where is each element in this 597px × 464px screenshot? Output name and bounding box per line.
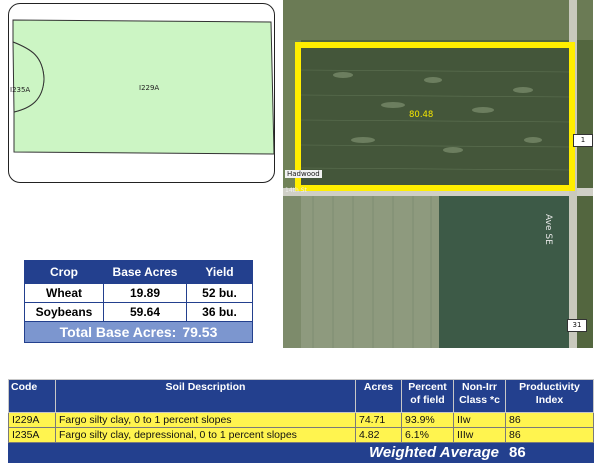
road-label-hadwood: Hadwood (285, 170, 322, 178)
soil-acres: 4.82 (355, 427, 402, 443)
header-yield: Yield (186, 260, 253, 284)
header-code: Code (8, 379, 56, 413)
crop-base-acres: 19.89 (103, 283, 187, 303)
soil-table-header: Code Soil Description Acres Percent of f… (8, 379, 594, 413)
table-row: Wheat 19.89 52 bu. (24, 283, 253, 303)
crop-table-header: Crop Base Acres Yield (24, 260, 253, 284)
header-crop: Crop (24, 260, 104, 284)
aerial-image (283, 0, 593, 348)
soil-table: Code Soil Description Acres Percent of f… (8, 379, 594, 463)
weighted-average-value: 86 (505, 442, 594, 463)
table-row: Soybeans 59.64 36 bu. (24, 302, 253, 322)
crop-yield: 36 bu. (186, 302, 253, 322)
total-label: Total Base Acres: (59, 324, 177, 340)
road-label-street: 14th St (285, 187, 307, 194)
header-base-acres: Base Acres (103, 260, 187, 284)
soil-index: 86 (505, 412, 594, 428)
crop-name: Soybeans (24, 302, 104, 322)
route-shield: 31 (567, 319, 587, 332)
weighted-average-label: Weighted Average (8, 442, 506, 463)
weighted-average-row: Weighted Average 86 (8, 442, 594, 463)
crop-base-acres: 59.64 (103, 302, 187, 322)
soil-label-i229a: I229A (139, 84, 159, 92)
crop-yield: 52 bu. (186, 283, 253, 303)
header-productivity-index: Productivity Index (505, 379, 594, 413)
soil-percent: 6.1% (401, 427, 454, 443)
soil-index: 86 (505, 427, 594, 443)
soil-label-i235a: I235A (10, 86, 30, 94)
road-label-avenue: Ave SE (543, 214, 553, 245)
total-base-acres: Total Base Acres: 79.53 (24, 321, 253, 343)
soil-code: I235A (8, 427, 56, 443)
soil-description: Fargo silty clay, 0 to 1 percent slopes (55, 412, 356, 428)
total-row: Total Base Acres: 79.53 (24, 321, 253, 343)
table-row: I229A Fargo silty clay, 0 to 1 percent s… (8, 412, 594, 428)
soil-map-panel: I229A I235A (8, 3, 275, 183)
total-value: 79.53 (182, 324, 218, 340)
aerial-photo: 80.48 Hadwood 14th St Ave SE 1 31 (283, 0, 593, 348)
soil-map: I229A I235A (10, 19, 275, 155)
header-soil-description: Soil Description (55, 379, 356, 413)
soil-acres: 74.71 (355, 412, 402, 428)
soil-class: IIw (453, 412, 506, 428)
soil-percent: 93.9% (401, 412, 454, 428)
soil-code: I229A (8, 412, 56, 428)
table-row: I235A Fargo silty clay, depressional, 0 … (8, 427, 594, 443)
route-shield: 1 (573, 134, 593, 147)
crop-name: Wheat (24, 283, 104, 303)
crop-table: Crop Base Acres Yield Wheat 19.89 52 bu.… (24, 260, 253, 343)
soil-description: Fargo silty clay, depressional, 0 to 1 p… (55, 427, 356, 443)
header-acres: Acres (355, 379, 402, 413)
soil-class: IIIw (453, 427, 506, 443)
field-acres-label: 80.48 (409, 110, 434, 120)
header-class: Non-Irr Class *c (453, 379, 506, 413)
header-percent: Percent of field (401, 379, 454, 413)
